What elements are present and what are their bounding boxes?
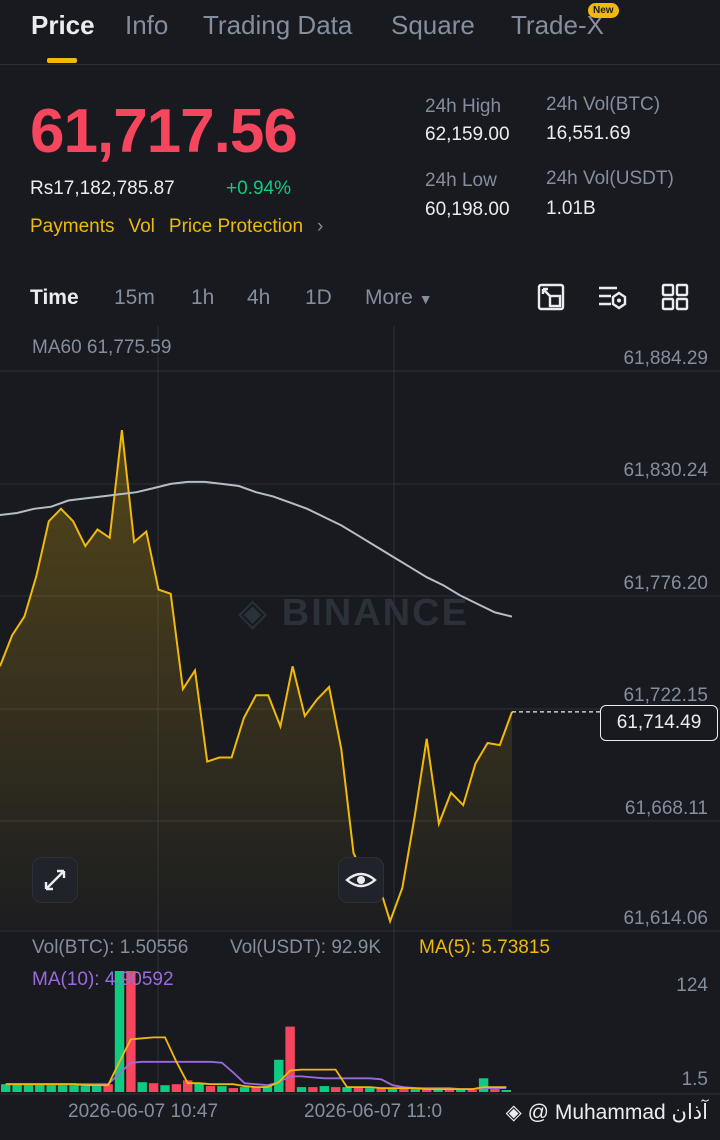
price-protection-link[interactable]: Price Protection [169, 216, 303, 237]
time-axis-label: 2026-06-07 11:0 [304, 1101, 443, 1122]
volume-bar [1, 1084, 11, 1092]
interval-time[interactable]: Time [30, 286, 79, 310]
volume-bar [444, 1090, 455, 1092]
volume-bar [331, 1087, 341, 1092]
volume-bar [467, 1090, 477, 1092]
vol-usdt-24h-label: 24h Vol(USDT) [546, 168, 674, 189]
eye-icon [345, 872, 377, 888]
y-tick-label: 61,830.24 [623, 460, 708, 481]
ma5-legend: MA(5): 5.73815 [419, 937, 550, 958]
volume-bar [501, 1090, 511, 1092]
credit-overlay: ◈ @ Muhammad آذان [506, 1100, 708, 1125]
volume-bar [319, 1086, 329, 1092]
vol-link[interactable]: Vol [128, 216, 154, 237]
time-axis-label: 2026-06-07 10:47 [68, 1101, 219, 1122]
volume-ma5-line [5, 1036, 507, 1090]
tab-bar: Price Info Trading Data Square Trade-X N… [0, 0, 720, 65]
volume-bar [274, 1059, 284, 1092]
volume-tick-label: 1.5 [681, 1069, 708, 1090]
volume-bar [365, 1088, 375, 1092]
tab-trading-data[interactable]: Trading Data [203, 10, 352, 41]
watermark-text: BINANCE [281, 592, 469, 634]
volume-bar [433, 1090, 443, 1092]
volume-bar [490, 1089, 500, 1092]
last-price: 61,717.56 [30, 97, 298, 166]
y-tick-label: 61,668.11 [624, 798, 708, 819]
fullscreen-button[interactable] [32, 857, 78, 903]
chevron-right-icon[interactable]: › [317, 216, 323, 237]
interval-more[interactable]: More ▼ [365, 286, 433, 310]
interval-4h[interactable]: 4h [247, 286, 270, 310]
volume-bar [12, 1084, 22, 1092]
volume-bar [239, 1087, 250, 1092]
high-24h-value: 62,159.00 [425, 124, 510, 145]
volume-bar [410, 1089, 420, 1092]
volume-bar [194, 1083, 204, 1092]
vol-btc-legend: Vol(BTC): 1.50556 [32, 937, 189, 958]
volume-bar [171, 1084, 182, 1092]
vol-usdt-24h-value: 1.01B [546, 198, 596, 219]
volume-bar [478, 1078, 489, 1092]
volume-bar [148, 1083, 159, 1092]
volume-bar [35, 1084, 45, 1092]
price-change-percent: +0.94% [226, 178, 291, 199]
interval-1d[interactable]: 1D [305, 286, 332, 310]
interval-1h[interactable]: 1h [191, 286, 214, 310]
new-badge: New [588, 3, 619, 18]
volume-bar [308, 1087, 318, 1092]
volume-bar [80, 1086, 90, 1092]
y-tick-label: 61,884.29 [623, 348, 708, 369]
low-24h-value: 60,198.00 [425, 199, 510, 220]
indicator-settings-icon[interactable] [597, 282, 627, 312]
fiat-price: Rs17,182,785.87 [30, 178, 175, 199]
volume-bar [57, 1085, 68, 1092]
volume-bar [228, 1088, 238, 1092]
high-24h-label: 24h High [425, 96, 502, 117]
tab-info[interactable]: Info [125, 10, 168, 41]
vol-btc-24h-value: 16,551.69 [546, 123, 631, 144]
compare-icon[interactable] [536, 282, 566, 312]
y-tick-label: 61,776.20 [623, 573, 708, 594]
active-tab-indicator [47, 58, 77, 63]
visibility-toggle-button[interactable] [338, 857, 384, 903]
ma10-legend: MA(10): 4.90592 [32, 969, 174, 990]
y-tick-label: 61,722.15 [623, 685, 708, 706]
volume-bar [205, 1086, 216, 1092]
more-label: More [365, 286, 413, 309]
volume-bar [217, 1086, 227, 1092]
expand-icon [44, 869, 66, 891]
volume-bar [160, 1085, 170, 1092]
volume-bar [46, 1085, 56, 1092]
volume-bar [92, 1086, 102, 1092]
volume-bar [296, 1087, 307, 1092]
volume-bar [69, 1085, 79, 1092]
grid-layout-icon[interactable] [660, 282, 690, 312]
tab-price[interactable]: Price [31, 10, 95, 41]
y-tick-label: 61,614.06 [623, 908, 708, 929]
volume-bar [285, 1026, 295, 1092]
binance-logo-icon: ◈ [505, 1101, 522, 1124]
credit-text: @ Muhammad آذان [527, 1101, 708, 1124]
low-24h-label: 24h Low [425, 170, 497, 191]
price-area-fill [0, 430, 512, 930]
binance-watermark: ◈ BINANCE [238, 590, 469, 635]
interval-15m[interactable]: 15m [114, 286, 155, 310]
ma60-legend: MA60 61,775.59 [32, 337, 172, 358]
vol-usdt-legend: Vol(USDT): 92.9K [230, 937, 381, 958]
volume-bar [23, 1084, 34, 1092]
payments-link[interactable]: Payments [30, 216, 114, 237]
volume-bar [137, 1082, 147, 1092]
vol-btc-24h-label: 24h Vol(BTC) [546, 94, 661, 115]
quick-links: Payments Vol Price Protection › [30, 216, 337, 238]
current-price-tag: 61,714.49 [600, 705, 718, 741]
caret-down-icon: ▼ [418, 291, 433, 307]
tab-square[interactable]: Square [391, 10, 475, 41]
volume-tick-label: 124 [676, 975, 708, 996]
binance-logo-icon: ◈ [238, 592, 270, 634]
